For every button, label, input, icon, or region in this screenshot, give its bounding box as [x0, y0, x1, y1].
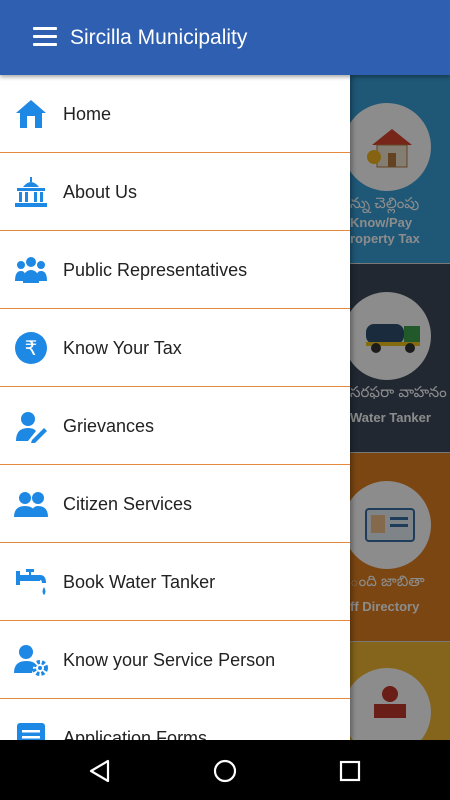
- drawer-item-citizen-services[interactable]: Citizen Services: [0, 465, 350, 543]
- drawer-item-label: Book Water Tanker: [63, 572, 216, 592]
- two-users-icon: [14, 492, 48, 517]
- menu-icon[interactable]: [33, 27, 57, 47]
- water-tap-icon: [16, 569, 46, 595]
- user-edit-icon: [16, 412, 47, 443]
- app-title: Sircilla Municipality: [70, 26, 248, 49]
- drawer-item-label: Know your Service Person: [63, 650, 276, 670]
- form-icon: [17, 723, 45, 740]
- drawer-item-label: Home: [63, 104, 112, 124]
- drawer-item-home[interactable]: Home: [0, 75, 350, 153]
- drawer-item-about-us[interactable]: About Us: [0, 153, 350, 231]
- rupee-icon: ₹: [15, 332, 47, 364]
- home-icon: [16, 100, 46, 128]
- app-bar: Sircilla Municipality: [0, 0, 450, 75]
- navigation-drawer: Home About Us Public Representatives ₹ K…: [0, 75, 350, 740]
- people-group-icon: [15, 257, 47, 283]
- drawer-item-label: About Us: [63, 182, 138, 202]
- drawer-item-know-your-service-person[interactable]: Know your Service Person: [0, 621, 350, 699]
- home-circle-icon[interactable]: [212, 758, 238, 784]
- drawer-item-label: Application Forms: [63, 728, 208, 740]
- drawer-item-application-forms[interactable]: Application Forms: [0, 699, 350, 740]
- drawer-item-book-water-tanker[interactable]: Book Water Tanker: [0, 543, 350, 621]
- drawer-item-grievances[interactable]: Grievances: [0, 387, 350, 465]
- building-icon: [15, 177, 47, 207]
- system-navigation-bar: [0, 740, 450, 800]
- user-gear-icon: [14, 645, 48, 676]
- drawer-item-label: Citizen Services: [63, 494, 193, 514]
- drawer-item-label: Know Your Tax: [63, 338, 182, 358]
- drawer-item-know-your-tax[interactable]: ₹ Know Your Tax: [0, 309, 350, 387]
- drawer-item-public-representatives[interactable]: Public Representatives: [0, 231, 350, 309]
- recents-icon[interactable]: [337, 758, 363, 784]
- back-icon[interactable]: [87, 758, 113, 784]
- drawer-item-label: Public Representatives: [63, 260, 248, 280]
- drawer-item-label: Grievances: [63, 416, 155, 436]
- svg-text:₹: ₹: [25, 336, 38, 360]
